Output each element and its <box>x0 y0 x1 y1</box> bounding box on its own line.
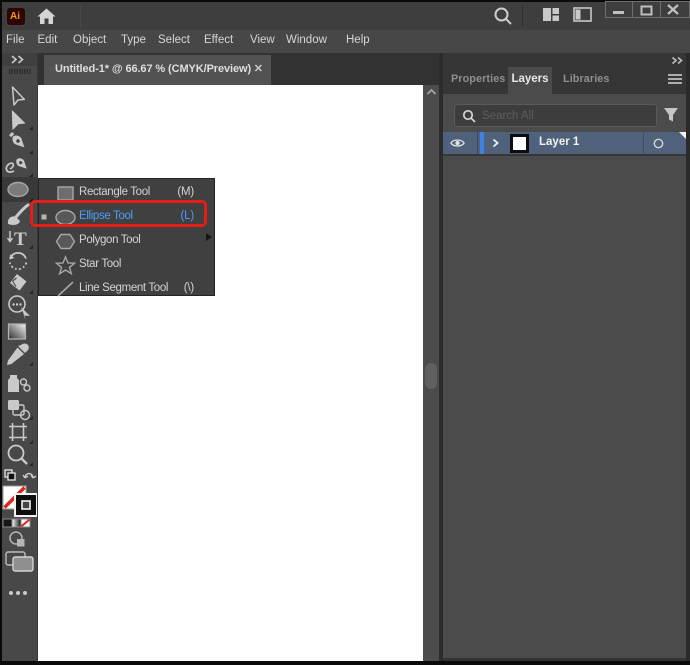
svg-text:T: T <box>14 229 27 250</box>
